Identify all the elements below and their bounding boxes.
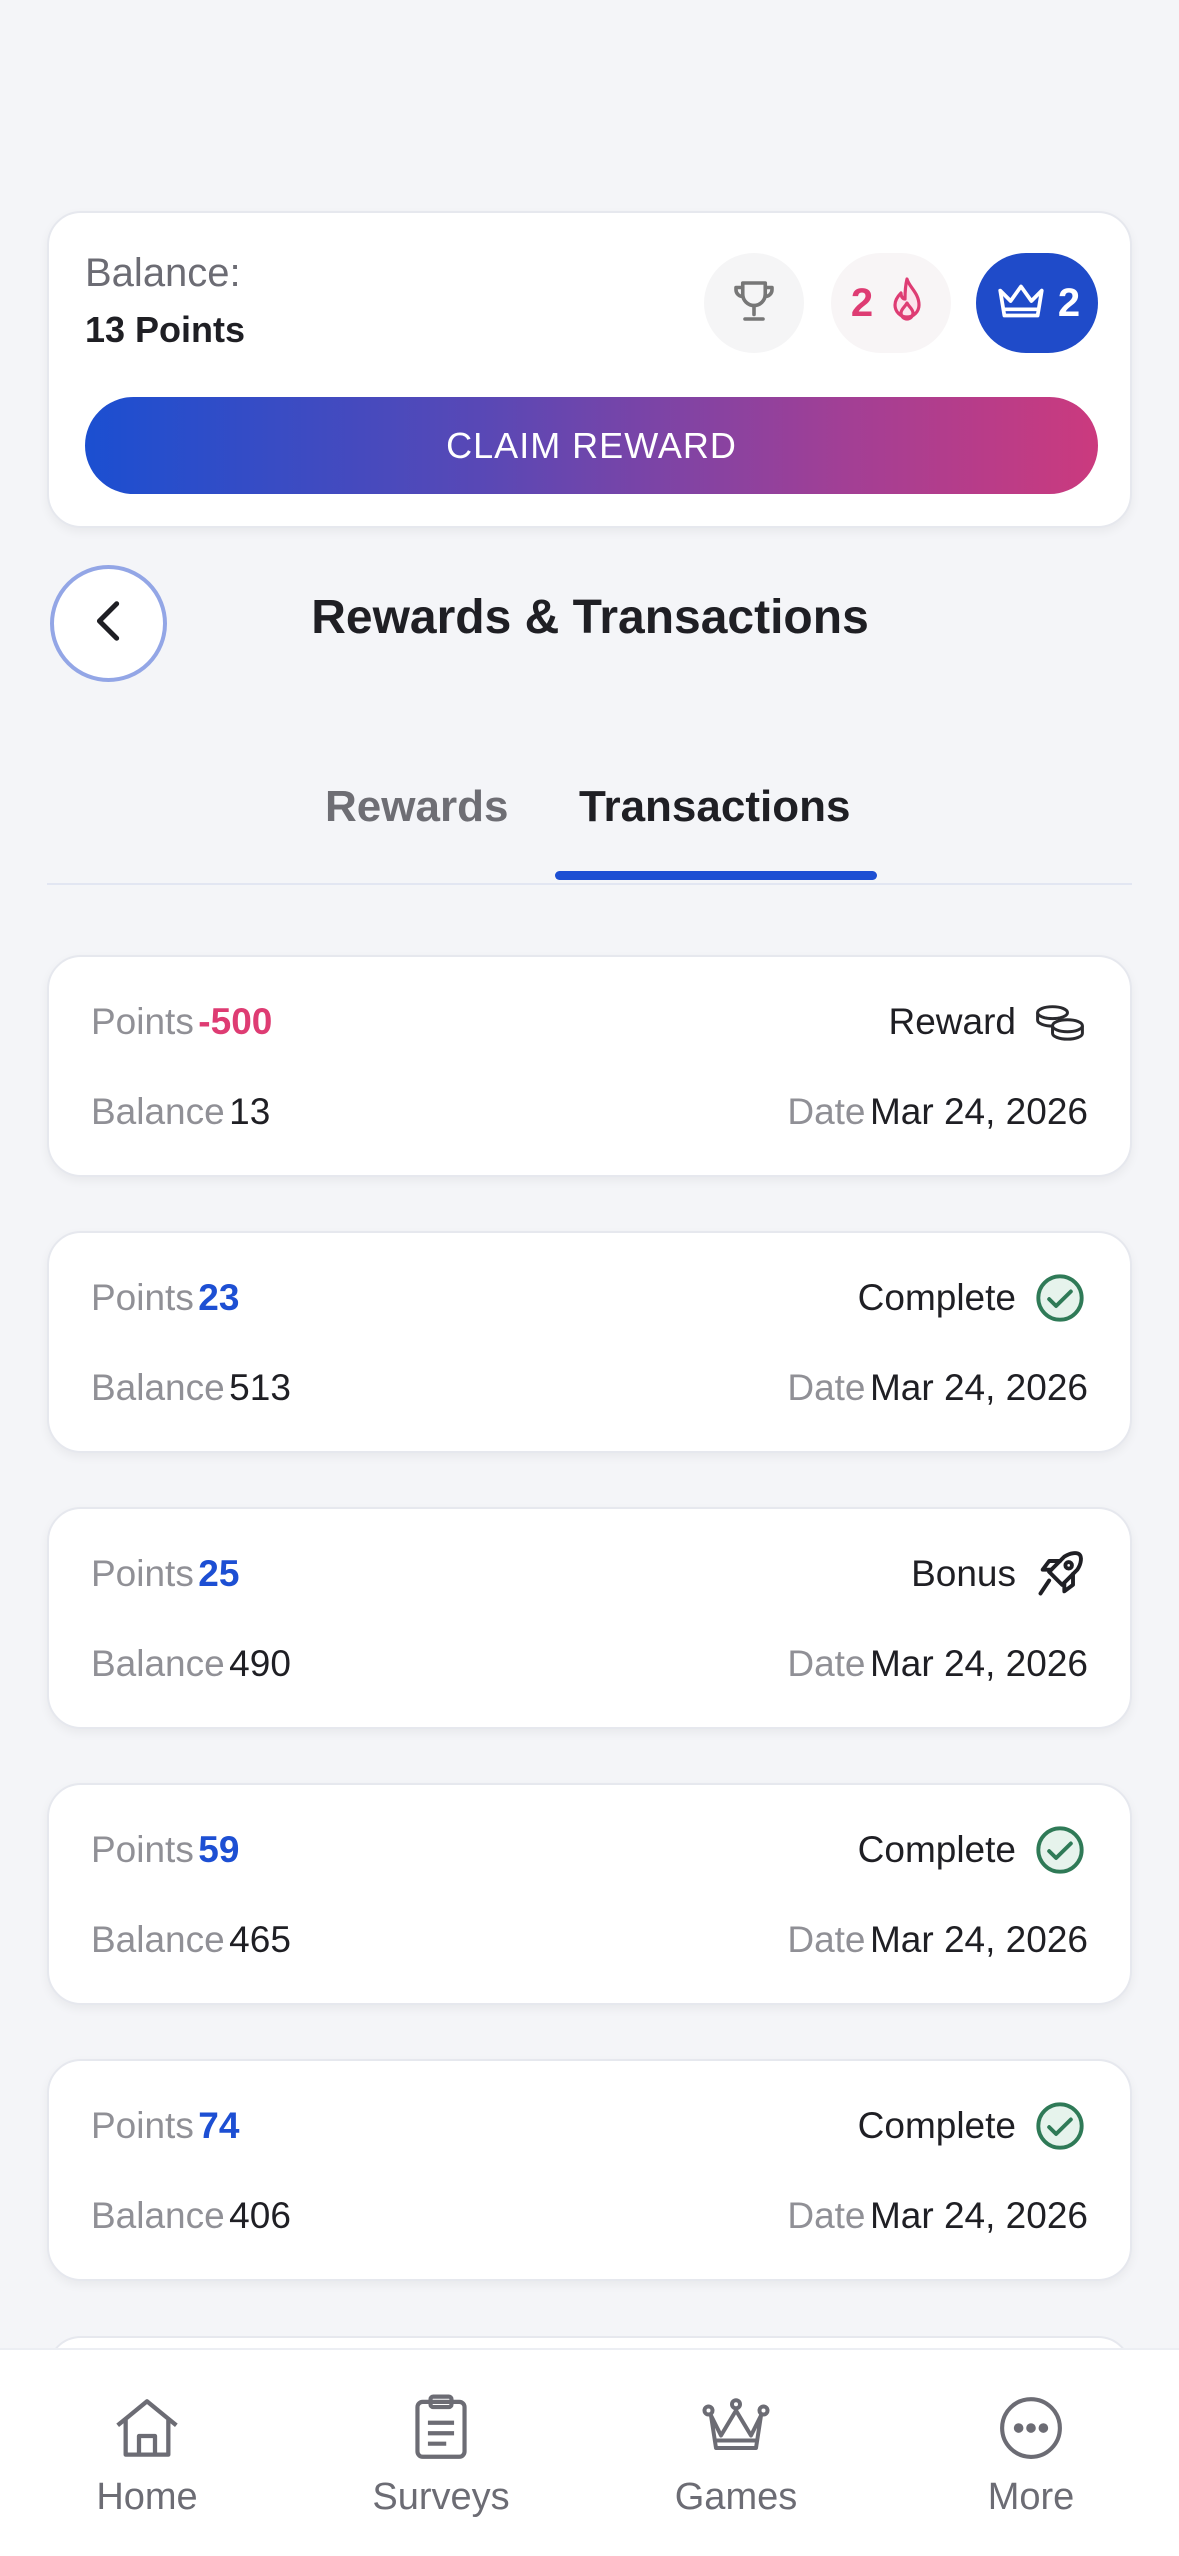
balance-value: 406 <box>229 2195 291 2236</box>
crown-icon <box>994 278 1048 329</box>
nav-games-label: Games <box>674 2476 798 2518</box>
nav-surveys-label: Surveys <box>372 2476 510 2518</box>
date-value: Mar 24, 2026 <box>869 1919 1088 1960</box>
nav-games[interactable]: Games <box>626 2390 846 2519</box>
balance-value: 13 Points <box>85 309 246 350</box>
tab-rewards[interactable]: Rewards <box>325 782 508 832</box>
nav-surveys[interactable]: Surveys <box>331 2390 551 2519</box>
rocket-icon <box>1032 1546 1088 1602</box>
level-count: 2 <box>1057 280 1081 325</box>
transaction-card: Points 23 Complete Balance 513 Date Mar … <box>47 1231 1132 1453</box>
points-label: Points <box>91 1553 194 1594</box>
points-value: 74 <box>198 2105 240 2146</box>
nav-more[interactable]: More <box>921 2390 1141 2519</box>
nav-more-label: More <box>987 2476 1075 2518</box>
check-circle-icon <box>1032 1270 1088 1326</box>
points-label: Points <box>91 2105 194 2146</box>
date-label: Date <box>787 2195 866 2236</box>
points-label: Points <box>91 1277 194 1318</box>
nav-home-label: Home <box>96 2476 198 2518</box>
transaction-type: Reward <box>888 1001 1017 1042</box>
tab-transactions[interactable]: Transactions <box>579 782 850 832</box>
streak-count: 2 <box>850 280 874 325</box>
balance-value: 513 <box>229 1367 291 1408</box>
trophy-icon <box>727 274 781 333</box>
balance-label: Balance <box>91 1919 225 1960</box>
balance-label: Balance: <box>85 251 241 295</box>
points-value: -500 <box>198 1001 273 1042</box>
transaction-type: Complete <box>857 1829 1016 1870</box>
balance-card: Balance: 13 Points 2 2 CLAIM REWARD <box>47 211 1132 528</box>
flame-icon <box>883 274 931 333</box>
streak-badge[interactable]: 2 <box>831 253 951 353</box>
level-badge[interactable]: 2 <box>976 253 1098 353</box>
trophy-button[interactable] <box>704 253 804 353</box>
balance-value: 465 <box>229 1919 291 1960</box>
page-title: Rewards & Transactions <box>311 591 869 644</box>
points-value: 23 <box>198 1277 240 1318</box>
points-value: 25 <box>198 1553 240 1594</box>
date-label: Date <box>787 1643 866 1684</box>
check-circle-icon <box>1032 1822 1088 1878</box>
tab-bar: Rewards Transactions <box>47 770 1132 885</box>
coins-icon <box>1032 994 1088 1050</box>
bottom-navigation: Home Surveys Games More <box>0 2348 1179 2556</box>
transaction-type: Bonus <box>911 1553 1016 1594</box>
balance-label: Balance <box>91 1091 225 1132</box>
more-icon <box>921 2390 1141 2466</box>
balance-label: Balance <box>91 2195 225 2236</box>
points-value: 59 <box>198 1829 240 1870</box>
active-tab-indicator <box>555 871 877 880</box>
date-label: Date <box>787 1919 866 1960</box>
points-label: Points <box>91 1001 194 1042</box>
points-label: Points <box>91 1829 194 1870</box>
nav-home[interactable]: Home <box>37 2390 257 2519</box>
date-value: Mar 24, 2026 <box>869 1091 1088 1132</box>
balance-value: 13 <box>229 1091 271 1132</box>
date-value: Mar 24, 2026 <box>869 1643 1088 1684</box>
back-button[interactable] <box>50 565 167 682</box>
transaction-card: Points 25 Bonus Balance 490 Date Mar 24,… <box>47 1507 1132 1729</box>
clipboard-icon <box>331 2390 551 2466</box>
transaction-card: Points 59 Complete Balance 465 Date Mar … <box>47 1783 1132 2005</box>
date-value: Mar 24, 2026 <box>869 1367 1088 1408</box>
crown-icon <box>626 2390 846 2466</box>
transaction-type: Complete <box>857 1277 1016 1318</box>
date-value: Mar 24, 2026 <box>869 2195 1088 2236</box>
transaction-type: Complete <box>857 2105 1016 2146</box>
date-label: Date <box>787 1367 866 1408</box>
chevron-left-icon <box>89 598 129 649</box>
balance-label: Balance <box>91 1643 225 1684</box>
home-icon <box>37 2390 257 2466</box>
date-label: Date <box>787 1091 866 1132</box>
balance-value: 490 <box>229 1643 291 1684</box>
claim-reward-button[interactable]: CLAIM REWARD <box>85 397 1098 494</box>
transaction-card: Points -500 Reward Balance 13 Date Mar 2… <box>47 955 1132 1177</box>
check-circle-icon <box>1032 2098 1088 2154</box>
transaction-card: Points 74 Complete Balance 406 Date Mar … <box>47 2059 1132 2281</box>
balance-label: Balance <box>91 1367 225 1408</box>
